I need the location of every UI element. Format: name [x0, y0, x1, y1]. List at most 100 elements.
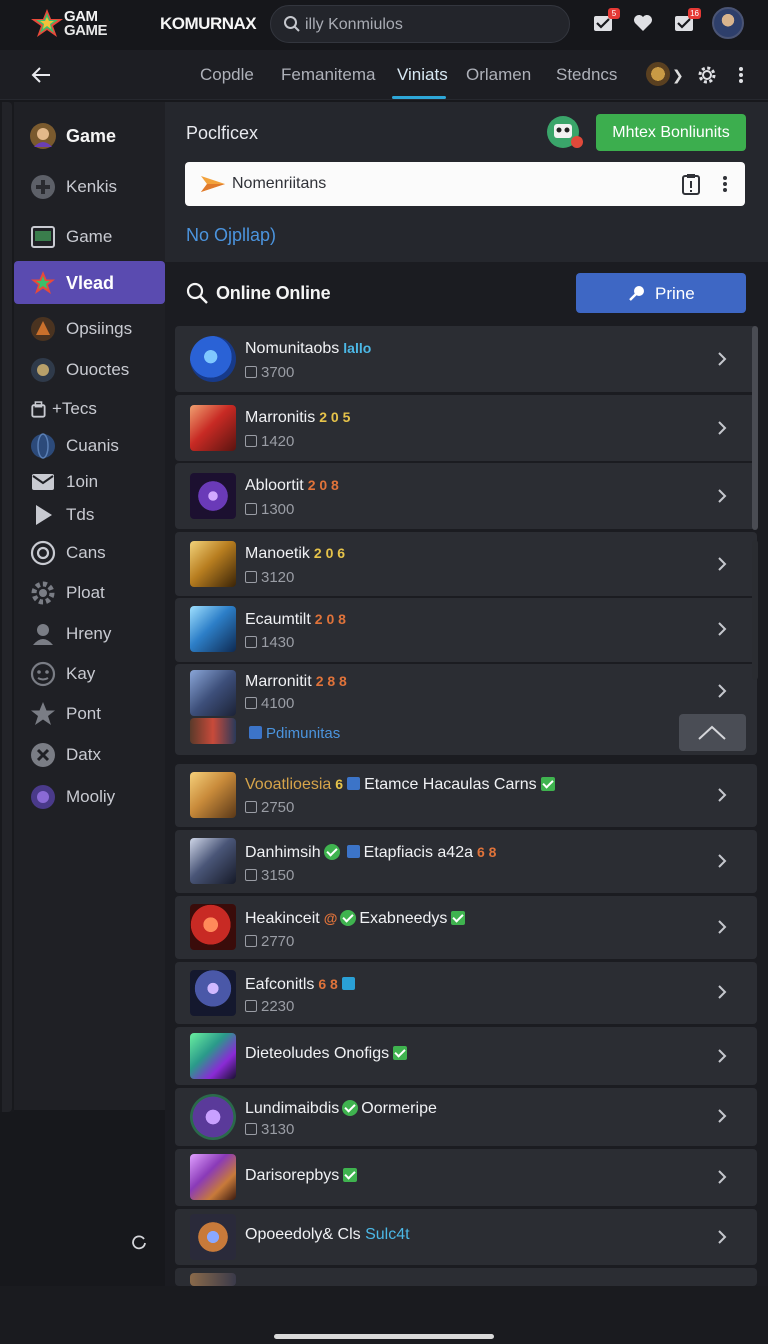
- list-scroll-track: [752, 540, 758, 680]
- logo-star-icon: [31, 9, 63, 37]
- sidebar-item-pont[interactable]: Pont: [14, 692, 165, 734]
- more-menu-icon[interactable]: [736, 64, 746, 86]
- favorites-button[interactable]: [632, 12, 654, 34]
- game-thumbnail: [190, 405, 236, 451]
- target-icon: [30, 540, 56, 566]
- chevron-right-icon: [718, 557, 727, 571]
- sidebar-item-game[interactable]: Game: [14, 114, 165, 156]
- chevron-right-icon: [718, 1230, 727, 1244]
- mail-icon: [32, 474, 54, 490]
- game-icon: [31, 785, 55, 809]
- item-count: 2750: [245, 799, 294, 816]
- panel-title: Poclficex: [186, 123, 259, 143]
- game-thumbnail: [190, 541, 236, 587]
- game-thumbnail: [190, 1273, 236, 1286]
- sidebar-label: Vlead: [66, 273, 115, 293]
- item-count: 3130: [245, 1121, 294, 1138]
- sidebar-label: Cans: [66, 543, 106, 562]
- list-item[interactable]: Dieteoludes Onofigs: [175, 1027, 757, 1085]
- game-thumbnail: [190, 1154, 236, 1200]
- gear-icon: [31, 581, 55, 605]
- sidebar-label: Game: [66, 126, 117, 146]
- app-logo[interactable]: GAM GAME: [30, 6, 120, 40]
- search-input[interactable]: [305, 14, 555, 36]
- active-tab-indicator: [392, 96, 446, 99]
- item-name: Marronitit 2 8 8: [245, 673, 347, 690]
- tab-copdle[interactable]: Copdle: [200, 65, 254, 85]
- collapse-button[interactable]: [679, 714, 746, 751]
- left-edge-handle[interactable]: [2, 102, 12, 1112]
- sidebar-item-tecs[interactable]: +Tecs: [14, 387, 165, 429]
- sidebar-item-cans[interactable]: Cans: [14, 531, 165, 573]
- sidebar-item-vlead[interactable]: Vlead: [14, 261, 165, 304]
- list-item[interactable]: Lundimaibdis Oormeripe 3130: [175, 1088, 757, 1146]
- sidebar-item-opsiings[interactable]: Opsiings: [14, 307, 165, 349]
- item-name: Heakinceit @ Exabneedys: [245, 910, 466, 928]
- pin-button[interactable]: Prine: [576, 273, 746, 313]
- list-item[interactable]: Marronitis 2 0 5 1420: [175, 395, 757, 461]
- sidebar-label: Ouoctes: [66, 360, 130, 379]
- back-arrow-icon[interactable]: [30, 64, 52, 86]
- chevron-up-icon: [698, 725, 726, 740]
- sidebar-item-game-2[interactable]: Game: [14, 215, 165, 257]
- game-thumbnail: [190, 336, 236, 382]
- user-avatar[interactable]: [712, 7, 744, 39]
- list-item[interactable]: Nomunitaobs lallo 3700: [175, 326, 757, 392]
- sidebar: Game Kenkis Game Vlead Opsiings Ouoctes …: [14, 102, 165, 1110]
- sidebar-item-tds[interactable]: Tds: [14, 493, 165, 535]
- settings-gear-icon[interactable]: [696, 64, 718, 86]
- item-name: Dieteoludes Onofigs: [245, 1045, 408, 1063]
- category-select[interactable]: Nomenriitans: [185, 162, 745, 206]
- list-item[interactable]: Abloortit 2 0 8 1300: [175, 463, 757, 529]
- sidebar-item-datx[interactable]: Datx: [14, 733, 165, 775]
- clipboard-icon[interactable]: [681, 173, 701, 195]
- list-item[interactable]: Heakinceit @ Exabneedys 2770: [175, 896, 757, 959]
- loading-spinner-icon: [132, 1235, 146, 1250]
- list-item[interactable]: Eafconitls 6 8 2230: [175, 962, 757, 1024]
- item-name: Manoetik 2 0 6: [245, 545, 346, 562]
- no-display-link[interactable]: No Ojpllap): [186, 225, 276, 246]
- item-name: Darisorepbys: [245, 1167, 358, 1185]
- messages-button[interactable]: 16: [673, 8, 701, 34]
- face-icon: [30, 661, 56, 687]
- join-tournaments-button[interactable]: Mhtex Bonliunits: [596, 114, 746, 151]
- item-name: Danhimsih Etapfiacis a42a 6 8: [245, 844, 497, 861]
- home-indicator[interactable]: [274, 1334, 494, 1339]
- chevron-right-icon[interactable]: ❯: [672, 67, 684, 84]
- list-scrollbar[interactable]: [752, 326, 758, 530]
- list-item[interactable]: Opoeedoly& Cls Sulc4t: [175, 1209, 757, 1265]
- tab-stedncs[interactable]: Stedncs: [556, 65, 617, 85]
- sidebar-label: Datx: [66, 745, 101, 764]
- chevron-right-icon: [718, 352, 727, 366]
- game-thumbnail: [190, 970, 236, 1016]
- pin-icon: [629, 286, 644, 301]
- list-item[interactable]: Vooatlioesia 6 Etamce Hacaulas Carns 2750: [175, 764, 757, 827]
- list-item[interactable]: Ecaumtilt 2 0 8 1430: [175, 598, 757, 662]
- sidebar-item-mooliy[interactable]: Mooliy: [14, 775, 165, 817]
- list-item-expanded[interactable]: Marronitit 2 8 8 4100 Pdimunitas: [175, 664, 757, 755]
- list-item[interactable]: Darisorepbys: [175, 1149, 757, 1206]
- sidebar-item-ploat[interactable]: Ploat: [14, 571, 165, 613]
- sidebar-label: Pont: [66, 704, 101, 723]
- tab-femanitema[interactable]: Femanitema: [281, 65, 375, 85]
- message-badge: 16: [688, 8, 701, 19]
- chevron-right-icon: [718, 489, 727, 503]
- sidebar-item-ouoctes[interactable]: Ouoctes: [14, 348, 165, 390]
- item-name: Eafconitls 6 8: [245, 976, 359, 994]
- game-icon[interactable]: [646, 62, 670, 86]
- item-name: Ecaumtilt 2 0 8: [245, 611, 346, 628]
- sidebar-item-kay[interactable]: Kay: [14, 652, 165, 694]
- sidebar-item-hreny[interactable]: Hreny: [14, 612, 165, 654]
- tab-orlamen[interactable]: Orlamen: [466, 65, 531, 85]
- list-item[interactable]: Danhimsih Etapfiacis a42a 6 8 3150: [175, 830, 757, 893]
- list-item-partial[interactable]: [175, 1268, 757, 1286]
- notifications-button[interactable]: 5: [592, 8, 620, 34]
- tab-viniats[interactable]: Viniats: [397, 65, 448, 85]
- item-name: Marronitis 2 0 5: [245, 409, 351, 426]
- sidebar-item-kenkis[interactable]: Kenkis: [14, 165, 165, 207]
- list-item[interactable]: Manoetik 2 0 6 3120: [175, 532, 757, 596]
- close-circle-icon: [31, 743, 55, 767]
- search-box[interactable]: [270, 5, 570, 43]
- more-options-icon[interactable]: [721, 174, 729, 194]
- logo-text-2: GAME: [64, 22, 108, 39]
